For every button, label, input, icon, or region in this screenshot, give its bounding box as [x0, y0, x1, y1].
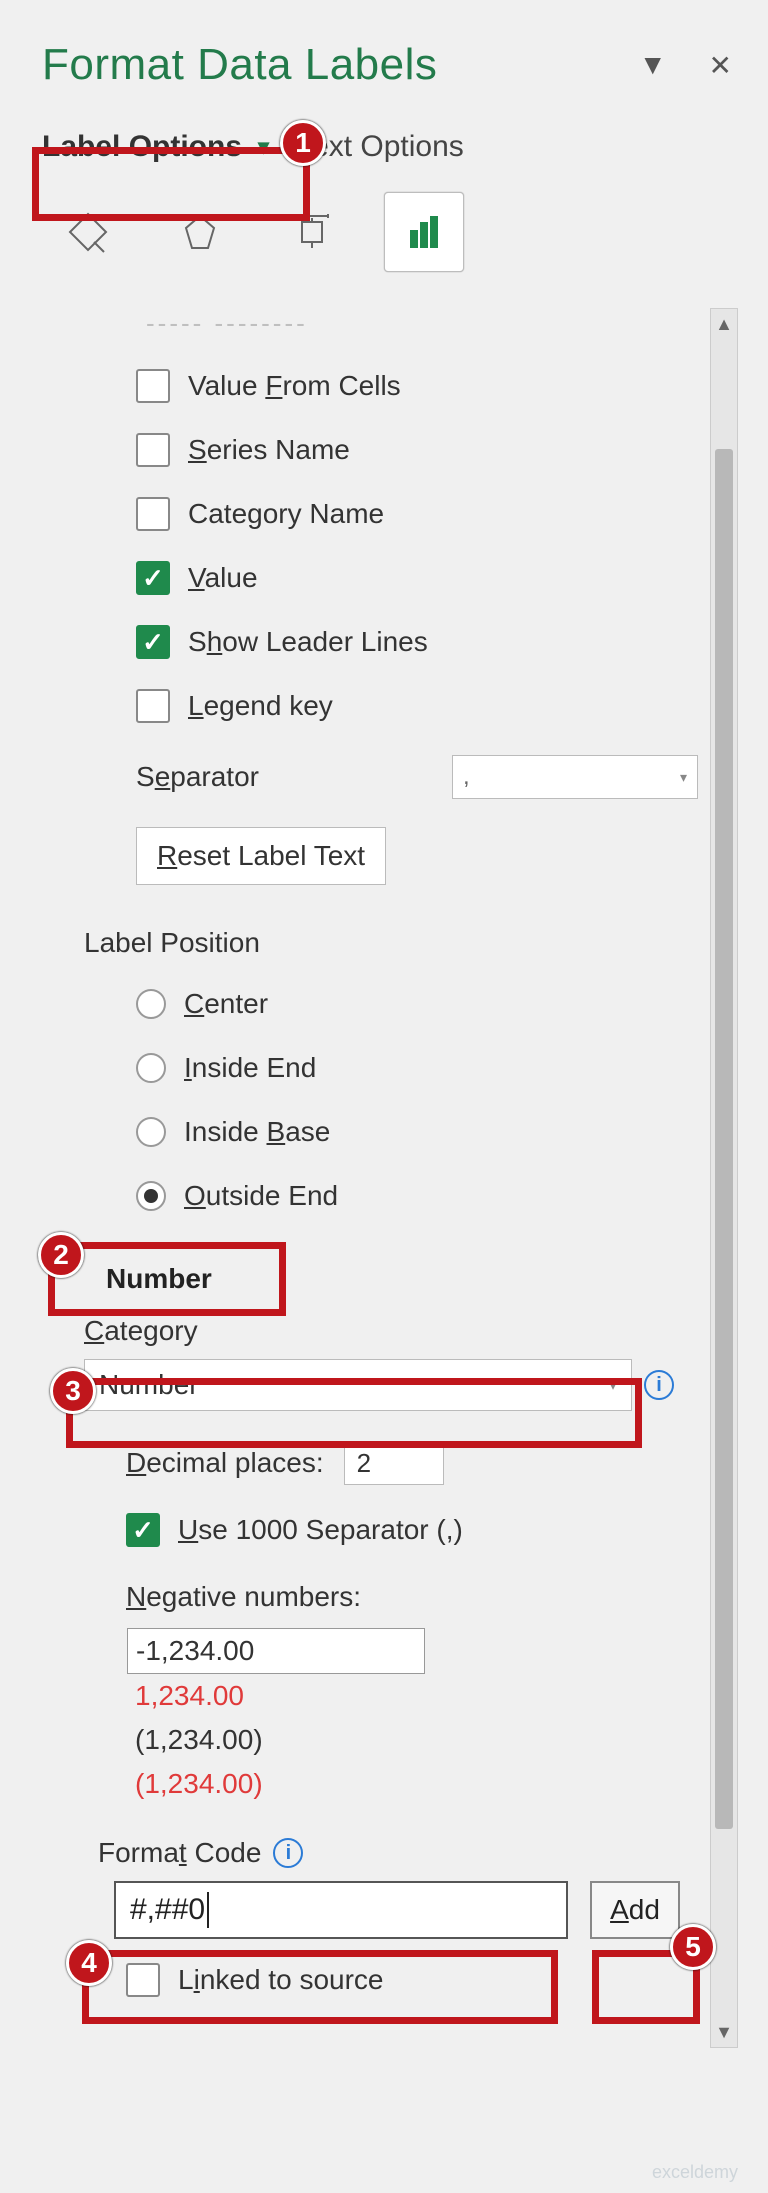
annotation-badge: 4 — [66, 1940, 112, 1986]
add-button[interactable]: Add — [590, 1881, 680, 1939]
radio-icon — [136, 989, 166, 1019]
info-icon[interactable]: i — [644, 1370, 674, 1400]
decimal-places-label: Decimal places: — [126, 1447, 324, 1479]
radio-outside-end[interactable]: Outside End — [136, 1169, 698, 1223]
radio-label: Inside End — [184, 1052, 316, 1084]
chevron-down-icon: ▾ — [680, 769, 687, 786]
checkbox-label: Series Name — [188, 434, 350, 466]
checkbox-icon — [136, 625, 170, 659]
checkbox-value-from-cells[interactable]: Value From Cells — [136, 359, 698, 413]
size-properties-icon[interactable] — [272, 192, 352, 272]
checkbox-use-separator[interactable]: Use 1000 Separator (,) — [126, 1503, 698, 1557]
format-code-input[interactable]: #,##0 — [114, 1881, 568, 1939]
checkbox-icon — [136, 497, 170, 531]
checkbox-icon — [126, 1963, 160, 1997]
label-position-title: Label Position — [84, 927, 698, 959]
checkbox-label: Use 1000 Separator (,) — [178, 1514, 463, 1546]
annotation-badge: 2 — [38, 1232, 84, 1278]
checkbox-linked-to-source[interactable]: Linked to source — [126, 1963, 698, 1997]
negative-numbers-list[interactable]: -1,234.00 1,234.00 (1,234.00) (1,234.00) — [126, 1627, 426, 1807]
separator-value: , — [463, 763, 470, 791]
scroll-up-icon[interactable]: ▲ — [711, 309, 737, 339]
annotation-badge: 5 — [670, 1924, 716, 1970]
checkbox-label: Show Leader Lines — [188, 626, 428, 658]
radio-label: Inside Base — [184, 1116, 330, 1148]
checkbox-label: Value — [188, 562, 258, 594]
neg-item[interactable]: (1,234.00) — [127, 1762, 425, 1806]
format-code-value: #,##0 — [130, 1893, 205, 1927]
info-icon[interactable]: i — [273, 1838, 303, 1868]
format-code-label: Format Code — [98, 1837, 261, 1869]
separator-select[interactable]: , ▾ — [452, 755, 698, 799]
scrollbar-vertical[interactable]: ▲ ▼ — [710, 308, 738, 2048]
checkbox-value[interactable]: Value — [136, 551, 698, 605]
annotation-badge: 1 — [280, 120, 326, 166]
neg-item[interactable]: -1,234.00 — [127, 1628, 425, 1674]
chevron-down-icon: ▾ — [609, 1375, 617, 1395]
category-select[interactable]: Number ▾ — [84, 1359, 632, 1411]
checkbox-label: Category Name — [188, 498, 384, 530]
label-contains-header: ----- -------- — [146, 308, 698, 339]
radio-inside-base[interactable]: Inside Base — [136, 1105, 698, 1159]
radio-label: Outside End — [184, 1180, 338, 1212]
radio-center[interactable]: Center — [136, 977, 698, 1031]
label-options-icon[interactable] — [384, 192, 464, 272]
fill-line-icon[interactable] — [48, 192, 128, 272]
chevron-down-icon: ▾ — [258, 134, 269, 160]
close-icon[interactable]: ✕ — [703, 43, 738, 88]
dropdown-caret-icon[interactable]: ▼ — [633, 43, 673, 87]
category-label: Category — [84, 1315, 698, 1347]
negative-numbers-label: Negative numbers: — [126, 1581, 698, 1613]
tab-label-options[interactable]: Label Options ▾ — [42, 130, 269, 164]
checkbox-icon — [126, 1513, 160, 1547]
checkbox-label: Value From Cells — [188, 370, 401, 402]
annotation-badge: 3 — [50, 1368, 96, 1414]
radio-label: Center — [184, 988, 268, 1020]
checkbox-label: Linked to source — [178, 1964, 383, 1996]
checkbox-label: Legend key — [188, 690, 333, 722]
separator-label: Separator — [136, 761, 259, 793]
scroll-down-icon[interactable]: ▼ — [711, 2017, 737, 2047]
checkbox-icon — [136, 689, 170, 723]
pane-title: Format Data Labels — [42, 40, 603, 90]
checkbox-category-name[interactable]: Category Name — [136, 487, 698, 541]
reset-label-text-button[interactable]: Reset Label Text — [136, 827, 386, 885]
decimal-places-input[interactable]: 2 — [344, 1441, 444, 1485]
neg-item[interactable]: 1,234.00 — [127, 1674, 425, 1718]
watermark: exceldemy — [652, 2162, 738, 2183]
radio-inside-end[interactable]: Inside End — [136, 1041, 698, 1095]
checkbox-icon — [136, 433, 170, 467]
checkbox-legend-key[interactable]: Legend key — [136, 679, 698, 733]
neg-item[interactable]: (1,234.00) — [127, 1718, 425, 1762]
radio-icon — [136, 1181, 166, 1211]
checkbox-icon — [136, 369, 170, 403]
category-value: Number — [99, 1369, 199, 1401]
checkbox-series-name[interactable]: Series Name — [136, 423, 698, 477]
number-section-header[interactable]: Number — [106, 1263, 698, 1295]
scroll-thumb[interactable] — [715, 449, 733, 1829]
checkbox-leader-lines[interactable]: Show Leader Lines — [136, 615, 698, 669]
tab-label-options-text: Label Options — [42, 130, 242, 164]
radio-icon — [136, 1117, 166, 1147]
checkbox-icon — [136, 561, 170, 595]
effects-icon[interactable] — [160, 192, 240, 272]
radio-icon — [136, 1053, 166, 1083]
